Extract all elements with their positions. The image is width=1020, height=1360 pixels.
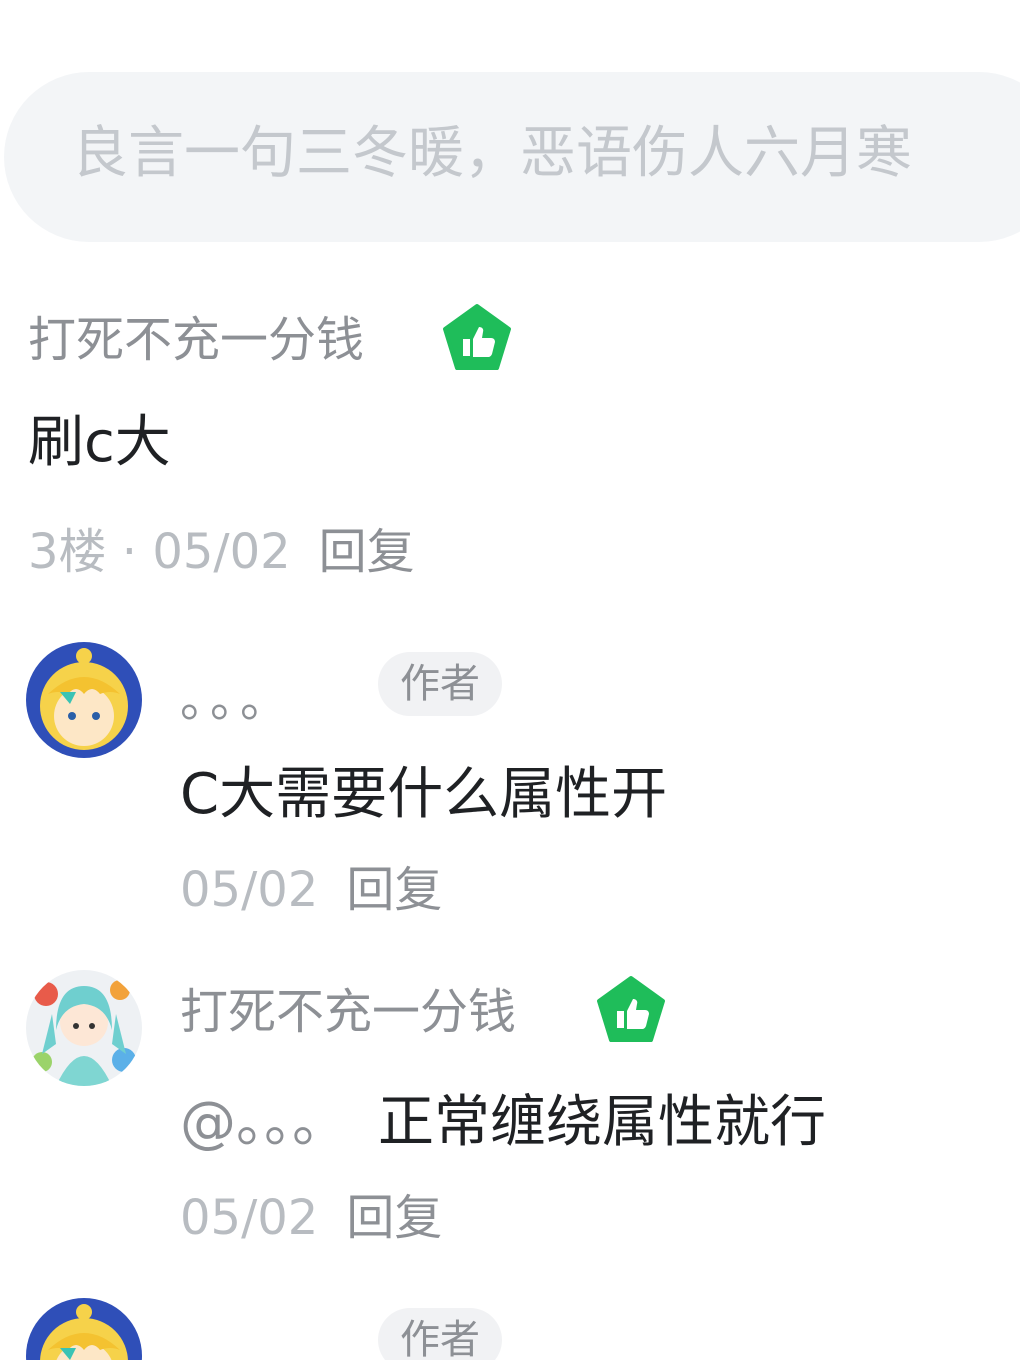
reply-date: 05/02: [180, 862, 319, 918]
comment-floor-date: 3楼 · 05/02: [28, 524, 291, 580]
user-avatar-image: [26, 970, 142, 1086]
author-avatar-image: [26, 1298, 142, 1360]
author-avatar-image: [26, 642, 142, 758]
comment-username[interactable]: 打死不充一分钱: [28, 312, 364, 368]
reply-date: 05/02: [180, 1190, 319, 1246]
reply-button[interactable]: 回复: [346, 1190, 442, 1246]
reply-meta: 05/02 回复: [180, 860, 442, 920]
mention-link[interactable]: @。。。: [180, 1090, 348, 1155]
reply-user-row: 打死不充一分钱: [180, 982, 516, 1042]
reply-username[interactable]: 。。。: [180, 1326, 294, 1360]
avatar[interactable]: [26, 642, 142, 758]
author-tag: 作者: [378, 652, 502, 716]
comment-content: 刷c大: [28, 410, 171, 475]
reply-input-placeholder[interactable]: 良言一句三冬暖，恶语伤人六月寒: [72, 114, 912, 194]
reply-content: C大需要什么属性开: [180, 762, 668, 827]
green-thumb-badge-icon: [443, 304, 511, 370]
reply-meta: 05/02 回复: [180, 1188, 442, 1248]
avatar[interactable]: [26, 1298, 142, 1360]
reply-text: 正常缠绕属性就行: [378, 1090, 826, 1155]
floor-comment: 打死不充一分钱: [28, 310, 364, 370]
reply-username[interactable]: 打死不充一分钱: [180, 984, 516, 1040]
reply-button[interactable]: 回复: [346, 862, 442, 918]
comment-meta: 3楼 · 05/02 回复: [28, 522, 415, 582]
green-thumb-badge-icon: [597, 976, 665, 1042]
avatar[interactable]: [26, 970, 142, 1086]
reply-username[interactable]: 。。。: [180, 670, 294, 730]
comment-thread-page: 良言一句三冬暖，恶语伤人六月寒 打死不充一分钱 刷c大 3楼 · 05/02 回复…: [0, 0, 1020, 1360]
author-tag: 作者: [378, 1308, 502, 1360]
reply-content: @。。。 正常缠绕属性就行: [180, 1088, 826, 1158]
reply-button[interactable]: 回复: [319, 524, 415, 580]
